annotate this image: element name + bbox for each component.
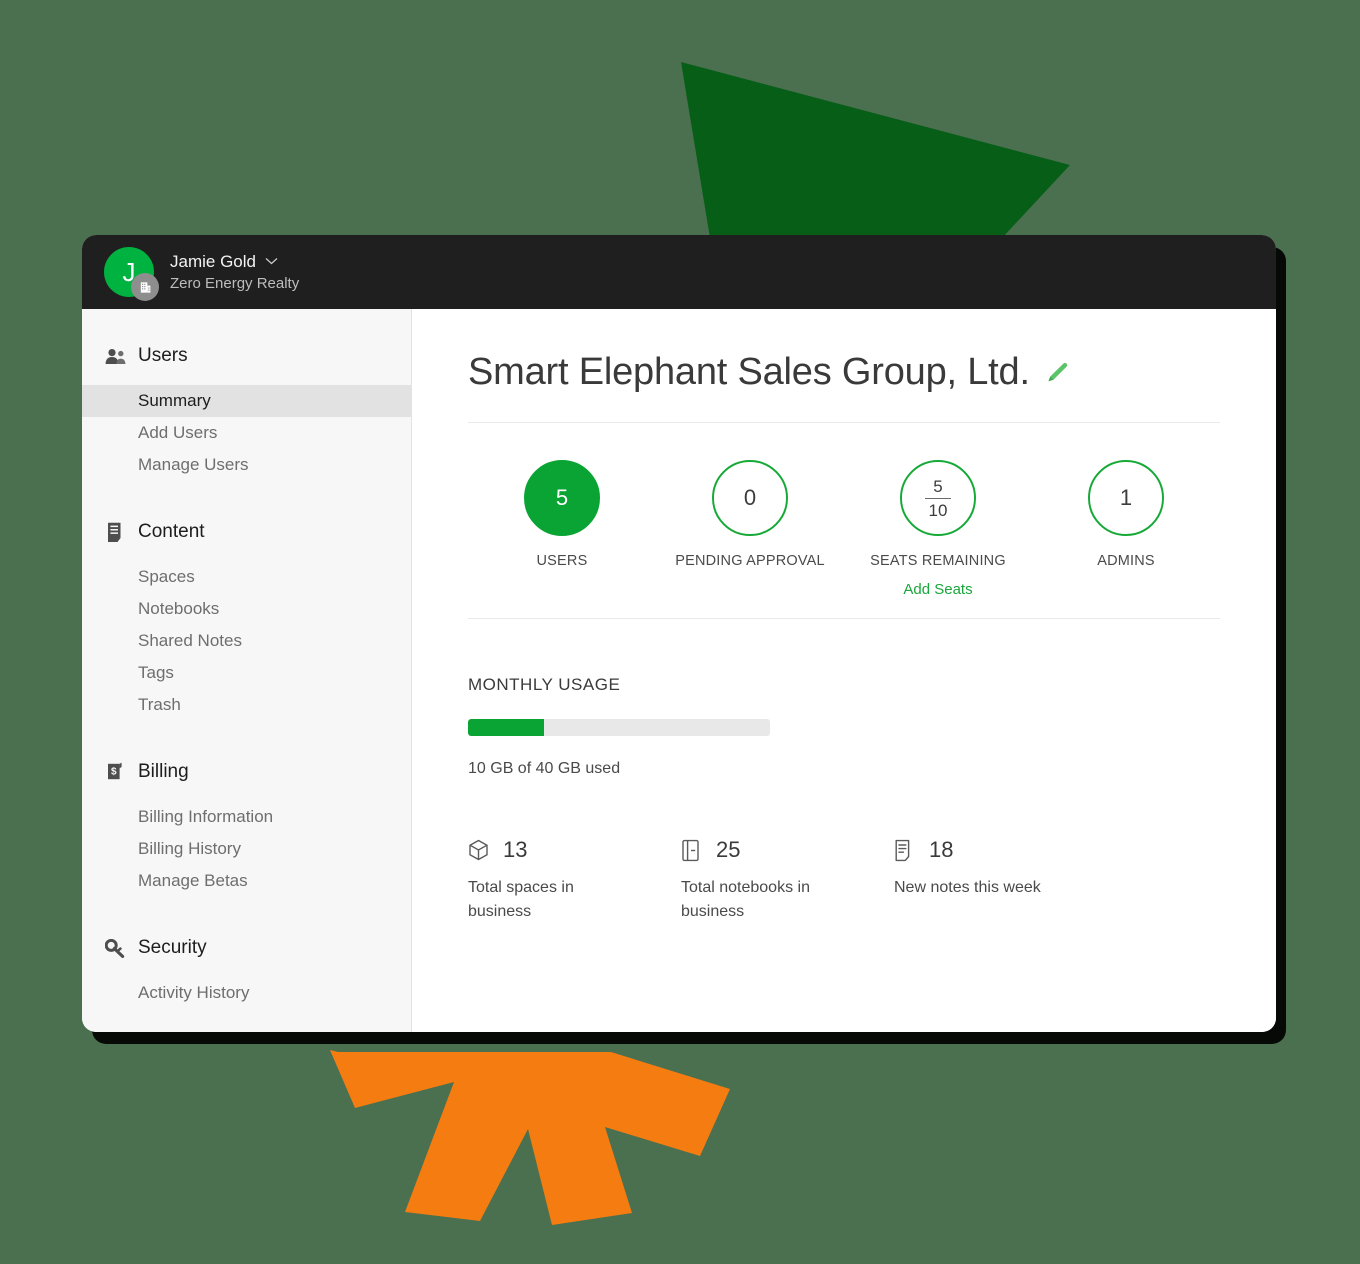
page-title: Smart Elephant Sales Group, Ltd. [468,351,1030,393]
stat-label: ADMINS [1097,553,1155,569]
sidebar-item-manage-betas[interactable]: Manage Betas [82,865,411,897]
metric-total-spaces: 13 Total spaces in business [468,836,681,924]
metric-label: Total spaces in business [468,879,574,920]
stat-label: SEATS REMAINING [870,553,1006,569]
sidebar-item-label: Manage Betas [138,871,248,890]
stat-circle: 5 [524,460,600,536]
stat-admins: 1 ADMINS [1032,460,1220,598]
metric-top: 25 [681,836,894,864]
dollar-bill-icon: $ [104,761,126,783]
business-building-icon [131,273,159,301]
sidebar-item-label: Notebooks [138,599,220,618]
sidebar-item-label: Billing Information [138,807,274,826]
metric-label: New notes this week [894,879,1041,896]
document-icon [104,521,126,543]
sidebar-section-billing[interactable]: $ Billing [82,755,411,789]
user-identity-block: Jamie Gold Zero Energy Realty [170,251,299,294]
metric-new-notes: 18 New notes this week [894,836,1107,924]
user-menu-trigger[interactable]: Jamie Gold [170,251,299,272]
monthly-usage-section: MONTHLY USAGE 10 GB of 40 GB used [468,619,1220,778]
usage-progress-fill [468,719,544,736]
svg-text:$: $ [111,766,117,777]
sidebar-section-label: Billing [138,761,189,782]
metric-value: 18 [929,837,954,862]
add-seats-link[interactable]: Add Seats [903,581,972,598]
main-content: Smart Elephant Sales Group, Ltd. 5 USERS [412,309,1276,1032]
metric-top: 13 [468,836,681,864]
usage-progress-bar [468,719,770,736]
sidebar-item-trash[interactable]: Trash [82,689,411,721]
stat-users: 5 USERS [468,460,656,598]
app-window: J Jamie Gold Zero Energy Realty Users Su… [82,235,1276,1032]
organization-name: Zero Energy Realty [170,274,300,292]
sidebar-item-activity-history[interactable]: Activity History [82,977,411,1009]
stat-circle: 5 10 [900,460,976,536]
people-icon [104,345,126,367]
stat-seats-remaining: 5 10 SEATS REMAINING Add Seats [844,460,1032,598]
sidebar-item-label: Trash [138,695,181,714]
cube-icon [468,839,489,862]
seats-numerator: 5 [933,476,943,496]
sidebar-section-label: Users [138,345,188,366]
sidebar-item-billing-information[interactable]: Billing Information [82,801,411,833]
seats-fraction: 5 10 [925,478,951,519]
sidebar-item-billing-history[interactable]: Billing History [82,833,411,865]
sidebar-item-label: Tags [138,663,174,682]
sidebar-item-label: Shared Notes [138,631,242,650]
stat-label: PENDING APPROVAL [675,553,825,569]
sidebar-item-shared-notes[interactable]: Shared Notes [82,625,411,657]
sidebar-item-label: Summary [138,391,211,410]
sidebar-section-security[interactable]: Security [82,931,411,965]
sidebar-item-notebooks[interactable]: Notebooks [82,593,411,625]
stat-circle: 0 [712,460,788,536]
sidebar-item-label: Activity History [138,983,250,1002]
stat-circle: 1 [1088,460,1164,536]
seats-denominator: 10 [928,500,948,520]
notebook-icon [681,839,702,862]
sidebar-item-spaces[interactable]: Spaces [82,561,411,593]
sidebar-section-label: Security [138,937,207,958]
metric-label: Total notebooks in business [681,879,810,920]
stat-value: 0 [743,485,757,510]
stat-value: 1 [1119,485,1133,510]
stat-value: 5 [555,485,569,510]
avatar[interactable]: J [104,247,159,301]
note-icon [894,839,915,862]
sidebar-section-users[interactable]: Users [82,339,411,373]
sidebar-item-label: Billing History [138,839,241,858]
sidebar-item-label: Manage Users [138,455,249,474]
metric-value: 13 [503,837,528,862]
metrics-row: 13 Total spaces in business 25 Total not… [468,778,1220,924]
key-icon [104,937,126,959]
sidebar-item-add-users[interactable]: Add Users [82,417,411,449]
user-name: Jamie Gold [170,251,256,271]
page-header: Smart Elephant Sales Group, Ltd. [468,351,1220,423]
sidebar-item-label: Add Users [138,423,218,442]
sidebar: Users Summary Add Users Manage Users Con… [82,309,412,1032]
green-arrow-shape [681,62,1070,238]
sidebar-section-content[interactable]: Content [82,515,411,549]
top-bar: J Jamie Gold Zero Energy Realty [82,235,1276,309]
window-body: Users Summary Add Users Manage Users Con… [82,309,1276,1032]
orange-burst-shape [330,1050,730,1225]
sidebar-section-label: Content [138,521,205,542]
monthly-usage-heading: MONTHLY USAGE [468,675,621,694]
stats-row: 5 USERS 0 PENDING APPROVAL 5 10 SEATS RE… [468,423,1220,619]
metric-total-notebooks: 25 Total notebooks in business [681,836,894,924]
usage-caption: 10 GB of 40 GB used [468,760,621,777]
metric-top: 18 [894,836,1107,864]
sidebar-item-tags[interactable]: Tags [82,657,411,689]
stat-label: USERS [536,553,588,569]
sidebar-item-label: Spaces [138,567,195,586]
sidebar-item-summary[interactable]: Summary [82,385,411,417]
chevron-down-icon [265,258,278,265]
pencil-edit-icon[interactable] [1044,359,1071,386]
metric-value: 25 [716,837,741,862]
sidebar-item-manage-users[interactable]: Manage Users [82,449,411,481]
stat-pending-approval: 0 PENDING APPROVAL [656,460,844,598]
